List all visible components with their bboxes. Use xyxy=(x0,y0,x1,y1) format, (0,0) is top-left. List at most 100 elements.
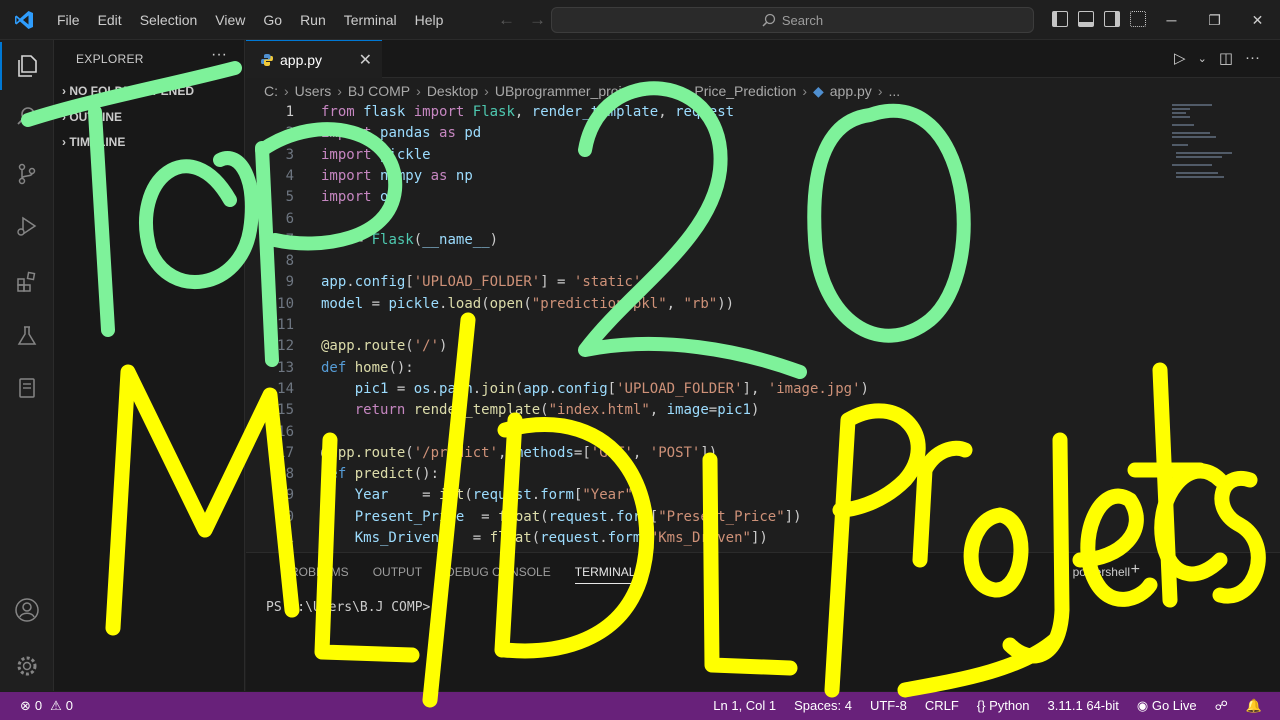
code-line[interactable]: 7 app = Flask(__name__) xyxy=(246,230,1166,251)
tab-output[interactable]: OUTPUT xyxy=(373,565,422,584)
menu-view[interactable]: View xyxy=(206,0,254,40)
close-tab-icon[interactable]: ✕ xyxy=(359,50,372,70)
breadcrumb-item[interactable]: Users xyxy=(295,83,332,99)
menu-edit[interactable]: Edit xyxy=(89,0,131,40)
go-live-label: Go Live xyxy=(1151,698,1197,713)
section-timeline[interactable]: › TIMELINE xyxy=(62,135,125,149)
terminal-prompt[interactable]: PS C:\Users\B.J COMP> xyxy=(266,600,430,615)
menu-help[interactable]: Help xyxy=(406,0,453,40)
run-debug-icon[interactable] xyxy=(0,202,54,250)
code-text: @app.route('/predict', methods=['GET', '… xyxy=(321,444,718,461)
line-ending[interactable]: CRLF xyxy=(925,692,959,720)
code-text: @app.route('/') xyxy=(321,338,448,355)
code-line[interactable]: 2 import pandas as pd xyxy=(246,123,1166,144)
breadcrumb-item[interactable]: UBprogrammer_projects xyxy=(495,83,648,99)
code-line[interactable]: 12 @app.route('/') xyxy=(246,336,1166,357)
maximize-icon[interactable]: ❐ xyxy=(1193,0,1236,40)
chevron-right-icon: › xyxy=(484,83,489,99)
new-terminal-plus-icon[interactable]: + xyxy=(1131,561,1140,579)
tab-terminal[interactable]: TERMINAL xyxy=(574,565,636,584)
chevron-right-icon: › xyxy=(802,83,807,99)
section-outline[interactable]: › OUTLINE xyxy=(62,110,122,124)
breadcrumb-item[interactable]: BJ COMP xyxy=(348,83,410,99)
editor-actions: ▷ ⌄ ◫ ··· xyxy=(1174,49,1260,69)
remote-explorer-icon[interactable] xyxy=(0,364,54,412)
breadcrumb-item[interactable]: Car_Price_Prediction xyxy=(664,83,796,99)
tab-problems[interactable]: PROBLEMS xyxy=(282,565,349,584)
code-editor[interactable]: 1 from flask import Flask, render_templat… xyxy=(246,102,1166,552)
code-line[interactable]: 20 Present_Price = float(request.form["P… xyxy=(246,507,1166,528)
problems-indicator[interactable]: ⊗ 0 ⚠ 0 xyxy=(20,692,73,720)
menu-go[interactable]: Go xyxy=(254,0,291,40)
code-line[interactable]: 14 pic1 = os.path.join(app.config['UPLOA… xyxy=(246,379,1166,400)
close-window-icon[interactable]: ✕ xyxy=(1236,0,1279,40)
section-label: NO FOLDER OPENED xyxy=(69,84,195,98)
toggle-sidebar-icon[interactable] xyxy=(1052,11,1068,27)
code-line[interactable]: 21 Kms_Driven = float(request.form["Kms_… xyxy=(246,528,1166,549)
code-line[interactable]: 17 @app.route('/predict', methods=['GET',… xyxy=(246,443,1166,464)
code-text: import pandas as pd xyxy=(321,125,482,142)
settings-gear-icon[interactable] xyxy=(0,642,54,690)
code-line[interactable]: 18 def predict(): xyxy=(246,464,1166,485)
menu-terminal[interactable]: Terminal xyxy=(335,0,406,40)
layout-controls xyxy=(1052,11,1146,27)
code-line[interactable]: 5 import os xyxy=(246,187,1166,208)
code-line[interactable]: 3 import pickle xyxy=(246,145,1166,166)
code-line[interactable]: 19 Year = int(request.form["Year"]) xyxy=(246,485,1166,506)
code-line[interactable]: 1 from flask import Flask, render_templat… xyxy=(246,102,1166,123)
minimap[interactable] xyxy=(1170,102,1270,182)
sidebar-title: EXPLORER xyxy=(76,52,144,66)
minimize-icon[interactable]: ─ xyxy=(1150,0,1193,40)
back-arrow-icon[interactable]: ← xyxy=(498,10,515,30)
code-line[interactable]: 16 xyxy=(246,422,1166,443)
menu-selection[interactable]: Selection xyxy=(131,0,207,40)
code-line[interactable]: 15 return render_template("index.html", … xyxy=(246,400,1166,421)
run-python-icon[interactable]: ▷ xyxy=(1174,49,1186,69)
code-line[interactable]: 8 xyxy=(246,251,1166,272)
python-interpreter[interactable]: 3.11.1 64-bit xyxy=(1048,692,1119,720)
more-actions-icon[interactable]: ··· xyxy=(211,46,227,64)
terminal-shell-selector[interactable]: ▣ powershell xyxy=(1058,565,1130,579)
chevron-down-icon[interactable]: ⌄ xyxy=(1198,49,1207,69)
command-center-search[interactable]: Search xyxy=(551,7,1034,33)
more-actions-icon[interactable]: ··· xyxy=(1245,49,1260,69)
language-mode[interactable]: {} Python xyxy=(977,692,1030,720)
chevron-right-icon: › xyxy=(653,83,659,99)
split-editor-icon[interactable]: ◫ xyxy=(1219,49,1233,69)
breadcrumb-item[interactable]: Desktop xyxy=(427,83,478,99)
accounts-icon[interactable] xyxy=(0,586,54,634)
tab-app-py[interactable]: app.py ✕ xyxy=(246,40,382,78)
feedback-icon[interactable]: ☍ xyxy=(1215,692,1228,720)
source-control-icon[interactable] xyxy=(0,150,54,198)
encoding[interactable]: UTF-8 xyxy=(870,692,907,720)
line-number: 12 xyxy=(277,338,294,355)
breadcrumb-item[interactable]: C: xyxy=(264,83,278,99)
menu-file[interactable]: File xyxy=(48,0,89,40)
tab-debug-console[interactable]: DEBUG CONSOLE xyxy=(446,565,551,584)
breadcrumb-item[interactable]: app.py xyxy=(830,83,872,99)
cursor-position[interactable]: Ln 1, Col 1 xyxy=(713,692,776,720)
notifications-bell-icon[interactable]: 🔔 xyxy=(1246,692,1262,720)
code-text: pic1 = os.path.join(app.config['UPLOAD_F… xyxy=(354,380,869,397)
forward-arrow-icon[interactable]: → xyxy=(529,10,546,30)
section-no-folder[interactable]: › NO FOLDER OPENED xyxy=(62,84,194,98)
customize-layout-icon[interactable] xyxy=(1130,11,1146,27)
minimap-line xyxy=(1172,112,1186,114)
search-sidebar-icon[interactable] xyxy=(0,92,54,140)
code-line[interactable]: 6 xyxy=(246,209,1166,230)
code-line[interactable]: 4 import numpy as np xyxy=(246,166,1166,187)
extensions-icon[interactable] xyxy=(0,258,54,306)
breadcrumb-item[interactable]: ... xyxy=(888,83,900,99)
toggle-secondary-sidebar-icon[interactable] xyxy=(1104,11,1120,27)
code-line[interactable]: 9 app.config['UPLOAD_FOLDER'] = 'static' xyxy=(246,272,1166,293)
indentation[interactable]: Spaces: 4 xyxy=(794,692,852,720)
code-line[interactable]: 13 def home(): xyxy=(246,358,1166,379)
code-line[interactable]: 10 model = pickle.load(open("prediction.p… xyxy=(246,294,1166,315)
testing-flask-icon[interactable] xyxy=(0,312,54,360)
menu-run[interactable]: Run xyxy=(291,0,335,40)
shell-label: powershell xyxy=(1072,565,1130,579)
toggle-panel-icon[interactable] xyxy=(1078,11,1094,27)
code-line[interactable]: 11 xyxy=(246,315,1166,336)
go-live-button[interactable]: ◉ Go Live xyxy=(1137,692,1197,720)
explorer-icon[interactable] xyxy=(0,42,54,90)
